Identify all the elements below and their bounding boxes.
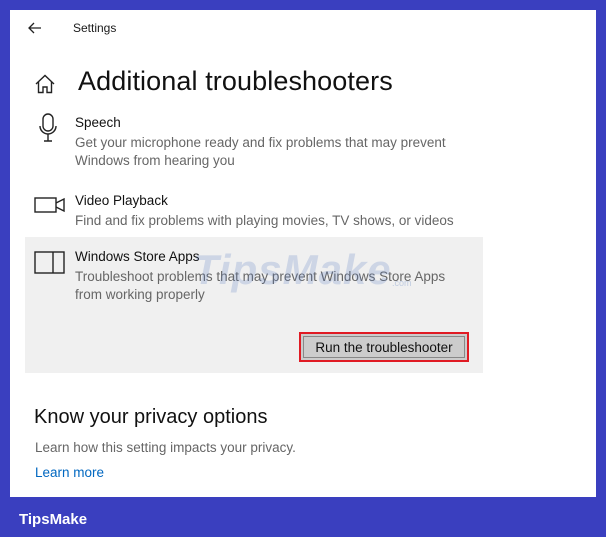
video-camera-icon (34, 197, 65, 213)
speech-description-line-2: Windows from hearing you (75, 153, 235, 168)
watermark: TipsMake (193, 246, 392, 293)
title-bar: Settings (10, 10, 596, 46)
troubleshooter-video-playback[interactable]: Video Playback Find and fix problems wit… (25, 188, 483, 233)
privacy-description: Learn how this setting impacts your priv… (35, 440, 296, 455)
speech-description: Get your microphone ready and fix proble… (75, 134, 475, 170)
window-title: Settings (73, 21, 117, 35)
speech-title: Speech (75, 115, 121, 130)
microphone-icon (39, 113, 57, 142)
speech-description-line-1: Get your microphone ready and fix proble… (75, 135, 446, 150)
troubleshooter-speech[interactable]: Speech Get your microphone ready and fix… (25, 110, 483, 175)
store-app-icon (34, 251, 65, 274)
page-title: Additional troubleshooters (78, 66, 393, 96)
video-playback-title: Video Playback (75, 193, 168, 208)
brand-logo-text: TipsMake (19, 511, 88, 528)
home-icon[interactable] (34, 73, 56, 95)
watermark-suffix: .com (392, 278, 412, 288)
privacy-heading: Know your privacy options (34, 406, 268, 428)
learn-more-link[interactable]: Learn more (35, 465, 104, 480)
button-focus-outline (303, 336, 465, 358)
video-playback-description: Find and fix problems with playing movie… (75, 213, 454, 228)
run-troubleshooter-button[interactable]: Run the troubleshooter (299, 332, 469, 362)
windows-store-apps-title: Windows Store Apps (75, 249, 200, 264)
back-button[interactable] (24, 18, 46, 38)
settings-window: Settings Additional troubleshooters Spee… (10, 10, 596, 497)
back-arrow-icon (28, 22, 41, 34)
